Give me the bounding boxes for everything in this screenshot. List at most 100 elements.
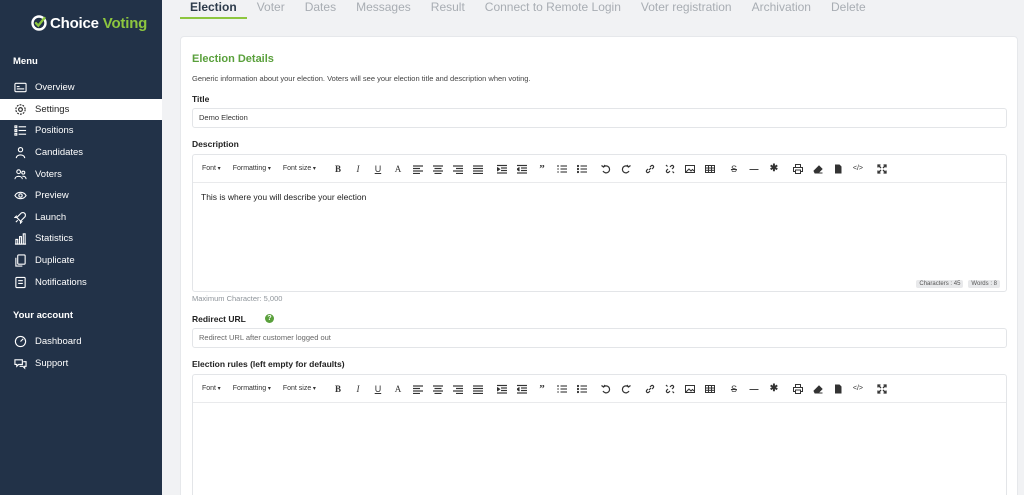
quote-icon[interactable]: ” [532,382,552,396]
align-left-icon[interactable] [408,162,428,176]
bullet-list-icon[interactable] [572,162,592,176]
quote-icon[interactable]: ” [532,162,552,176]
align-center-icon[interactable] [428,382,448,396]
editor-toolbar: Font Formatting Font size B I U A ” [193,155,1006,183]
font-dropdown[interactable]: Font [202,165,221,172]
undo-icon[interactable] [596,162,616,176]
link-icon[interactable] [640,382,660,396]
image-icon[interactable] [680,162,700,176]
italic-icon[interactable]: I [348,162,368,176]
sidebar-item-positions[interactable]: Positions [0,120,162,142]
sidebar-item-overview[interactable]: Overview [0,77,162,99]
print-icon[interactable] [788,162,808,176]
strikethrough-icon[interactable]: S [724,162,744,176]
description-editor: Font Formatting Font size B I U A ” [192,154,1007,292]
tab-messages[interactable]: Messages [346,0,421,19]
align-center-icon[interactable] [428,162,448,176]
support-icon [13,356,27,370]
title-label: Title [192,94,210,104]
table-icon[interactable] [700,382,720,396]
tab-archivation[interactable]: Archivation [742,0,821,19]
description-text-area[interactable]: This is where you will describe your ele… [193,183,1006,211]
undo-icon[interactable] [596,382,616,396]
source-file-icon[interactable] [828,162,848,176]
tab-result[interactable]: Result [421,0,475,19]
align-left-icon[interactable] [408,382,428,396]
help-icon[interactable]: ? [265,314,274,323]
editor-toolbar: Font Formatting Font size B I U A ” [193,375,1006,403]
italic-icon[interactable]: I [348,382,368,396]
font-size-dropdown[interactable]: Font size [283,385,316,392]
duplicate-icon [13,254,27,268]
eraser-icon[interactable] [808,162,828,176]
text-color-icon[interactable]: A [388,162,408,176]
tab-delete[interactable]: Delete [821,0,876,19]
strikethrough-icon[interactable]: S [724,382,744,396]
indent-icon[interactable] [492,162,512,176]
sidebar-item-launch[interactable]: Launch [0,207,162,229]
bold-icon[interactable]: B [328,162,348,176]
align-right-icon[interactable] [448,162,468,176]
underline-icon[interactable]: U [368,382,388,396]
fullscreen-icon[interactable] [872,162,892,176]
election-rules-label: Election rules (left empty for defaults) [192,359,345,369]
eraser-icon[interactable] [808,382,828,396]
table-icon[interactable] [700,162,720,176]
font-dropdown[interactable]: Font [202,385,221,392]
sidebar-item-voters[interactable]: Voters [0,163,162,185]
horizontal-rule-icon[interactable]: — [744,162,764,176]
formatting-dropdown[interactable]: Formatting [233,165,271,172]
underline-icon[interactable]: U [368,162,388,176]
sidebar-item-label: Voters [35,168,62,180]
tab-dates[interactable]: Dates [295,0,346,19]
ordered-list-icon[interactable] [552,162,572,176]
align-justify-icon[interactable] [468,382,488,396]
bullet-list-icon[interactable] [572,382,592,396]
ordered-list-icon[interactable] [552,382,572,396]
formatting-dropdown[interactable]: Formatting [233,385,271,392]
bold-icon[interactable]: B [328,382,348,396]
sidebar-item-notifications[interactable]: Notifications [0,271,162,293]
align-right-icon[interactable] [448,382,468,396]
redo-icon[interactable] [616,382,636,396]
code-view-icon[interactable]: </> [848,162,868,176]
indent-icon[interactable] [492,382,512,396]
font-size-dropdown[interactable]: Font size [283,165,316,172]
description-label: Description [192,139,239,149]
fullscreen-icon[interactable] [872,382,892,396]
logo-check-icon [31,15,47,31]
outdent-icon[interactable] [512,162,532,176]
special-char-icon[interactable]: ✱ [764,162,784,176]
code-view-icon[interactable]: </> [848,382,868,396]
tab-connect-remote-login[interactable]: Connect to Remote Login [475,0,631,19]
logo[interactable]: Choice Voting [0,0,162,46]
sidebar: Choice Voting Menu Overview Settings Pos… [0,0,162,495]
redo-icon[interactable] [616,162,636,176]
candidates-icon [13,146,27,160]
sidebar-item-preview[interactable]: Preview [0,185,162,207]
sidebar-item-support[interactable]: Support [0,353,162,375]
image-icon[interactable] [680,382,700,396]
outdent-icon[interactable] [512,382,532,396]
tab-election[interactable]: Election [180,0,247,19]
sidebar-item-candidates[interactable]: Candidates [0,142,162,164]
sidebar-item-dashboard[interactable]: Dashboard [0,331,162,353]
sidebar-item-statistics[interactable]: Statistics [0,228,162,250]
special-char-icon[interactable]: ✱ [764,382,784,396]
title-input[interactable]: Demo Election [192,108,1007,128]
print-icon[interactable] [788,382,808,396]
unlink-icon[interactable] [660,162,680,176]
horizontal-rule-icon[interactable]: — [744,382,764,396]
sidebar-item-label: Duplicate [35,255,75,267]
redirect-url-input[interactable]: Redirect URL after customer logged out [192,328,1007,348]
sidebar-item-settings[interactable]: Settings [0,98,162,121]
text-color-icon[interactable]: A [388,382,408,396]
link-icon[interactable] [640,162,660,176]
sidebar-item-duplicate[interactable]: Duplicate [0,250,162,272]
election-rules-text-area[interactable] [193,403,1006,421]
unlink-icon[interactable] [660,382,680,396]
source-file-icon[interactable] [828,382,848,396]
align-justify-icon[interactable] [468,162,488,176]
tab-voter-registration[interactable]: Voter registration [631,0,742,19]
tab-voter[interactable]: Voter [247,0,295,19]
